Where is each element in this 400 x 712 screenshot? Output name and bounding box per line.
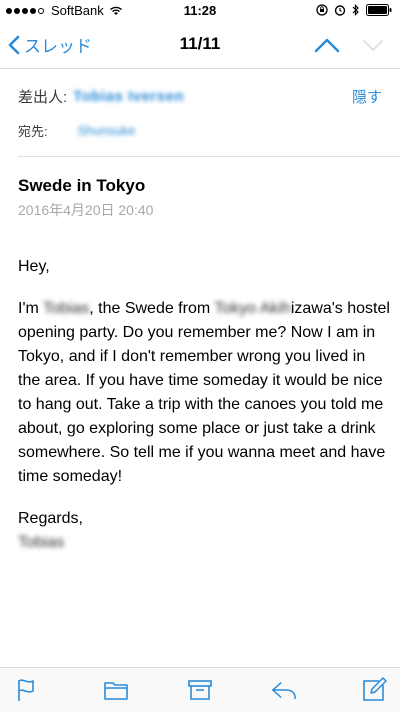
- message-body: Hey, I'm Tobias, the Swede from Tokyo Ak…: [18, 255, 390, 573]
- bottom-toolbar: [0, 667, 400, 712]
- body-text: izawa's hostel opening party. Do you rem…: [18, 300, 390, 485]
- status-bar: SoftBank 11:28: [0, 0, 400, 22]
- message-subject: Swede in Tokyo: [18, 176, 146, 195]
- back-button[interactable]: スレッド: [8, 32, 92, 57]
- to-row: 宛先: Shunsuke: [18, 121, 135, 140]
- compose-button[interactable]: [360, 676, 388, 704]
- archive-icon: [188, 680, 212, 700]
- previous-message-button[interactable]: [314, 36, 340, 54]
- bluetooth-icon: [352, 4, 359, 16]
- sender-name[interactable]: Tobias Iversen: [73, 88, 184, 105]
- move-to-folder-button[interactable]: [102, 676, 130, 704]
- redacted-place: Tokyo Akih: [214, 300, 291, 317]
- redacted-name: Tobias: [42, 300, 90, 317]
- message-signature: Tobias: [18, 534, 65, 551]
- back-button-label: スレッド: [24, 37, 92, 56]
- header-divider: [18, 156, 400, 157]
- recipient-name[interactable]: Shunsuke: [78, 123, 136, 138]
- message-closing: Regards,: [18, 510, 83, 527]
- message-greeting: Hey,: [18, 258, 50, 275]
- chevron-left-icon: [8, 35, 20, 54]
- body-text: , the Swede from: [89, 300, 215, 317]
- hide-details-button[interactable]: 隠す: [352, 86, 382, 107]
- message-paragraph: I'm Tobias, the Swede from Tokyo Akihiza…: [18, 297, 390, 489]
- archive-button[interactable]: [186, 676, 214, 704]
- message-date: 2016年4月20日 20:40: [18, 202, 154, 218]
- body-text: I'm: [18, 300, 43, 317]
- next-message-button: [363, 40, 383, 51]
- orientation-lock-icon: [316, 4, 328, 16]
- status-right: [310, 4, 392, 16]
- flag-icon: [18, 679, 34, 701]
- battery-icon: [366, 4, 392, 16]
- nav-bar: スレッド 11/11: [0, 22, 400, 69]
- from-row: 差出人: Tobias Iversen 隠す: [18, 86, 382, 107]
- alarm-icon: [334, 5, 346, 16]
- reply-button[interactable]: [270, 676, 298, 704]
- flag-button[interactable]: [12, 676, 40, 704]
- to-label: 宛先:: [18, 124, 48, 139]
- folder-icon: [104, 682, 128, 700]
- compose-icon: [363, 677, 387, 701]
- reply-icon: [272, 681, 296, 700]
- from-label: 差出人:: [18, 89, 68, 106]
